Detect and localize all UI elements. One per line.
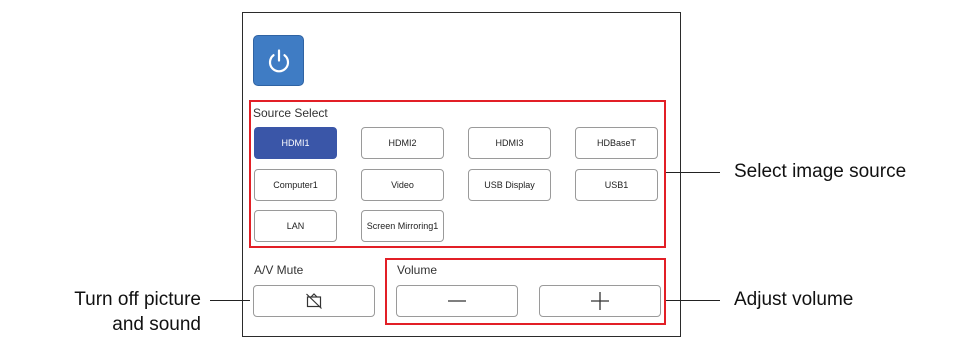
mute-callout-line1: Turn off picture (74, 289, 201, 310)
mute-callout-line (210, 300, 250, 301)
source-button-usb1[interactable]: USB1 (575, 169, 658, 201)
source-callout: Select image source (734, 161, 907, 182)
source-button-lan[interactable]: LAN (254, 210, 337, 242)
source-callout-line (666, 172, 720, 173)
source-button-hdbaset[interactable]: HDBaseT (575, 127, 658, 159)
av-mute-icon (306, 293, 322, 309)
power-button[interactable] (253, 35, 304, 86)
mute-callout-line2: and sound (112, 314, 201, 335)
source-button-hdmi1[interactable]: HDMI1 (254, 127, 337, 159)
volume-callout-line (666, 300, 720, 301)
volume-down-button[interactable] (396, 285, 518, 317)
source-select-label: Source Select (253, 106, 328, 120)
plus-icon (591, 292, 609, 310)
volume-up-button[interactable] (539, 285, 661, 317)
volume-callout: Adjust volume (734, 289, 854, 310)
power-icon (268, 48, 289, 72)
volume-label: Volume (397, 263, 438, 277)
av-mute-label: A/V Mute (254, 263, 304, 277)
minus-icon (448, 300, 466, 302)
av-mute-button[interactable] (253, 285, 375, 317)
source-button-hdmi3[interactable]: HDMI3 (468, 127, 551, 159)
source-button-usb-display[interactable]: USB Display (468, 169, 551, 201)
source-button-screen-mirroring1[interactable]: Screen Mirroring1 (361, 210, 444, 242)
source-button-video[interactable]: Video (361, 169, 444, 201)
source-button-hdmi2[interactable]: HDMI2 (361, 127, 444, 159)
source-button-computer1[interactable]: Computer1 (254, 169, 337, 201)
